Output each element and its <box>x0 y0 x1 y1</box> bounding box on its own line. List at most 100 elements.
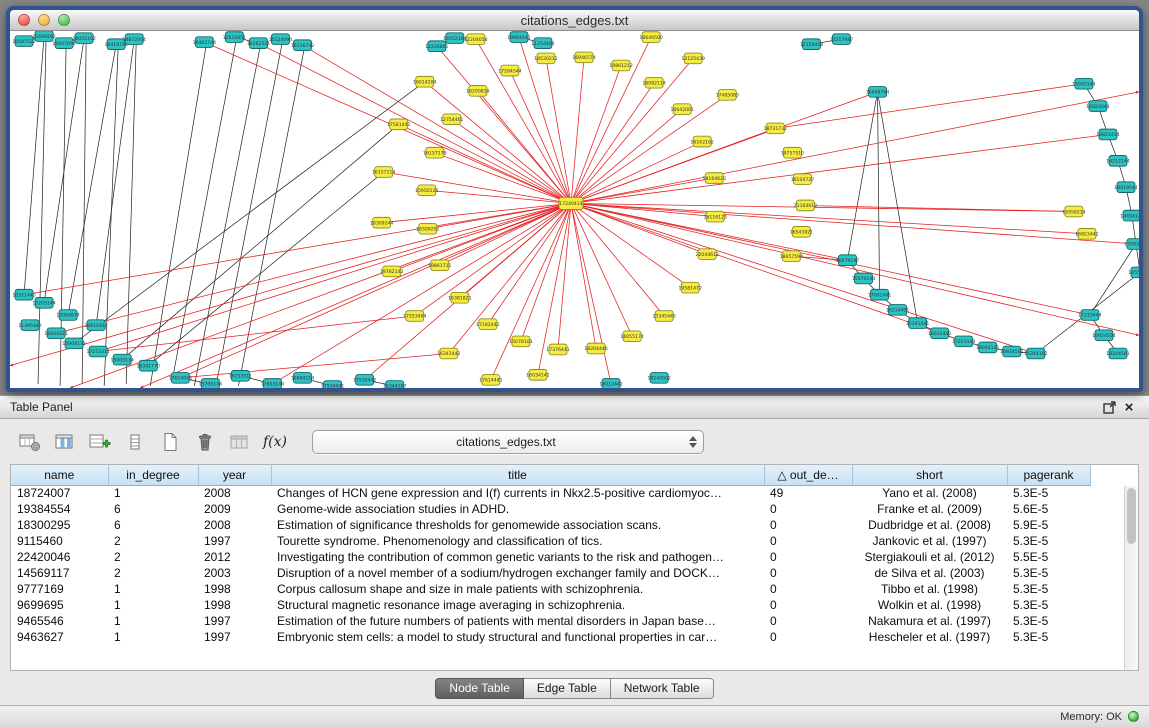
graph-node[interactable]: 15078103 <box>509 336 532 347</box>
graph-node[interactable]: 16055162 <box>72 33 95 44</box>
column-header-year[interactable]: year <box>198 465 271 485</box>
graph-node[interactable]: 16341442 <box>437 348 460 359</box>
graph-edge[interactable] <box>878 92 880 295</box>
graph-node[interactable]: 16014204 <box>413 76 436 87</box>
graph-node[interactable]: 16253011 <box>229 371 252 382</box>
graph-node[interactable]: 18200818 <box>466 86 489 97</box>
graph-node[interactable]: 16419544 <box>1114 182 1137 193</box>
network-canvas[interactable]: 1853021217284544182008181275446116157278… <box>10 31 1139 388</box>
graph-node[interactable]: 16012442 <box>928 328 951 339</box>
graph-node[interactable]: 16157214 <box>372 167 395 178</box>
column-header-out_degree[interactable]: △ out_de… <box>764 465 852 485</box>
table-row[interactable]: 1456911722003Disruption of a novel membe… <box>11 565 1090 581</box>
graph-node[interactable]: 17853144 <box>261 379 284 388</box>
graph-node[interactable]: 16644221 <box>44 328 67 339</box>
graph-edge[interactable] <box>775 84 1084 129</box>
graph-node[interactable]: 19964441 <box>507 32 530 43</box>
graph-node[interactable]: 16344107 <box>383 381 406 388</box>
graph-node[interactable]: 14822414 <box>1096 129 1119 140</box>
graph-edge[interactable] <box>571 203 596 348</box>
graph-edge[interactable] <box>571 92 1139 204</box>
graph-edge[interactable] <box>571 65 621 203</box>
graph-node[interactable]: 18244501 <box>1106 348 1129 359</box>
graph-node[interactable]: 12754461 <box>440 114 463 125</box>
graph-node[interactable]: 17210444 <box>1078 310 1101 321</box>
graph-node[interactable]: 19861711 <box>428 260 451 271</box>
graph-edge[interactable] <box>571 203 1036 353</box>
function-builder-icon[interactable]: f(x) <box>261 429 289 455</box>
graph-node[interactable]: 16648794 <box>866 87 889 98</box>
graph-node[interactable]: 16649500 <box>639 32 662 43</box>
graph-edge[interactable] <box>425 82 571 204</box>
column-header-name[interactable]: name <box>11 465 108 485</box>
close-window-button[interactable] <box>18 14 30 26</box>
graph-edge[interactable] <box>98 316 415 351</box>
tab-node-table[interactable]: Node Table <box>435 678 524 699</box>
graph-node[interactable]: 19782142 <box>380 266 403 277</box>
graph-node[interactable]: 15205144 <box>32 297 55 308</box>
graph-node[interactable]: 17376441 <box>546 344 569 355</box>
graph-node[interactable]: 16823442 <box>1075 229 1098 240</box>
graph-node[interactable]: 18309244 <box>370 217 393 228</box>
graph-node[interactable]: 16157278 <box>423 147 446 158</box>
graph-edge[interactable] <box>96 39 134 325</box>
graph-node[interactable]: 15993144 <box>1072 78 1095 89</box>
graph-edge[interactable] <box>384 172 571 203</box>
table-row[interactable]: 1872400712008Changes of HCN gene express… <box>11 485 1090 501</box>
graph-node[interactable]: 16552164 <box>443 33 466 44</box>
graph-node[interactable]: 16055174 <box>620 331 643 342</box>
graph-edge[interactable] <box>1090 244 1136 315</box>
column-header-pagerank[interactable]: pagerank <box>1007 465 1090 485</box>
graph-edge[interactable] <box>521 203 571 341</box>
graph-node[interactable]: 17091441 <box>868 289 891 300</box>
graph-node[interactable]: 18309202 <box>416 223 439 234</box>
graph-node[interactable]: 16823044 <box>1086 101 1109 112</box>
graph-node[interactable]: 16462744 <box>193 37 216 48</box>
graph-node[interactable]: 15679144 <box>852 273 875 284</box>
graph-node[interactable]: 18012442 <box>599 379 622 388</box>
graph-edge[interactable] <box>98 203 571 351</box>
graph-node[interactable]: 17253464 <box>403 311 426 322</box>
graph-edge[interactable] <box>558 203 571 349</box>
new-table-icon[interactable] <box>156 429 184 455</box>
scrollbar-thumb[interactable] <box>1127 488 1136 544</box>
graph-node[interactable]: 12226801 <box>425 41 448 52</box>
graph-node[interactable]: 16924501 <box>1000 346 1023 357</box>
graph-edge[interactable] <box>10 203 571 365</box>
graph-edge[interactable] <box>365 203 571 379</box>
graph-node[interactable]: 17253144 <box>952 336 975 347</box>
graph-edge[interactable] <box>148 172 383 366</box>
graph-edge[interactable] <box>440 203 571 265</box>
graph-node[interactable]: 12154408 <box>800 39 823 50</box>
table-selector-combo[interactable]: citations_edges.txt <box>312 430 704 454</box>
graph-node[interactable]: 16034142 <box>526 369 549 380</box>
graph-node[interactable]: 17284544 <box>498 65 521 76</box>
graph-node[interactable]: 17534441 <box>321 381 344 388</box>
graph-node[interactable]: 16543921 <box>790 226 813 237</box>
column-header-title[interactable]: title <box>271 465 764 485</box>
graph-edge[interactable] <box>150 44 206 386</box>
graph-node[interactable]: 16214401 <box>886 305 909 316</box>
graph-edge[interactable] <box>126 41 136 384</box>
graph-edge[interactable] <box>571 178 714 203</box>
graph-node[interactable]: 18731732 <box>764 123 787 134</box>
table-row[interactable]: 1830029562008Estimation of significance … <box>11 517 1090 533</box>
graph-node[interactable]: 19861212 <box>609 60 632 71</box>
graph-node[interactable]: 22044612 <box>696 249 719 260</box>
graph-node[interactable]: 16642001 <box>670 104 693 115</box>
graph-edge[interactable] <box>258 43 571 203</box>
window-titlebar[interactable]: citations_edges.txt <box>10 10 1139 31</box>
graph-node[interactable]: 16904114 <box>291 373 314 384</box>
graph-node[interactable]: 12204058 <box>464 34 487 45</box>
graph-node[interactable]: 16381821 <box>448 292 471 303</box>
table-row[interactable]: 946362711997Embryonic stem cells: a mode… <box>11 629 1090 645</box>
graph-node[interactable]: 16946574 <box>572 52 595 63</box>
graph-node[interactable]: 15699292 <box>32 31 55 41</box>
graph-node[interactable]: 16082114 <box>642 77 665 88</box>
graph-edge[interactable] <box>180 354 448 378</box>
graph-node[interactable]: 12610651 <box>223 32 246 43</box>
graph-node[interactable]: 12060874 <box>56 310 79 321</box>
graph-node[interactable]: 16262521 <box>247 38 270 49</box>
graph-edge[interactable] <box>435 153 571 204</box>
show-column-icon[interactable] <box>51 429 79 455</box>
